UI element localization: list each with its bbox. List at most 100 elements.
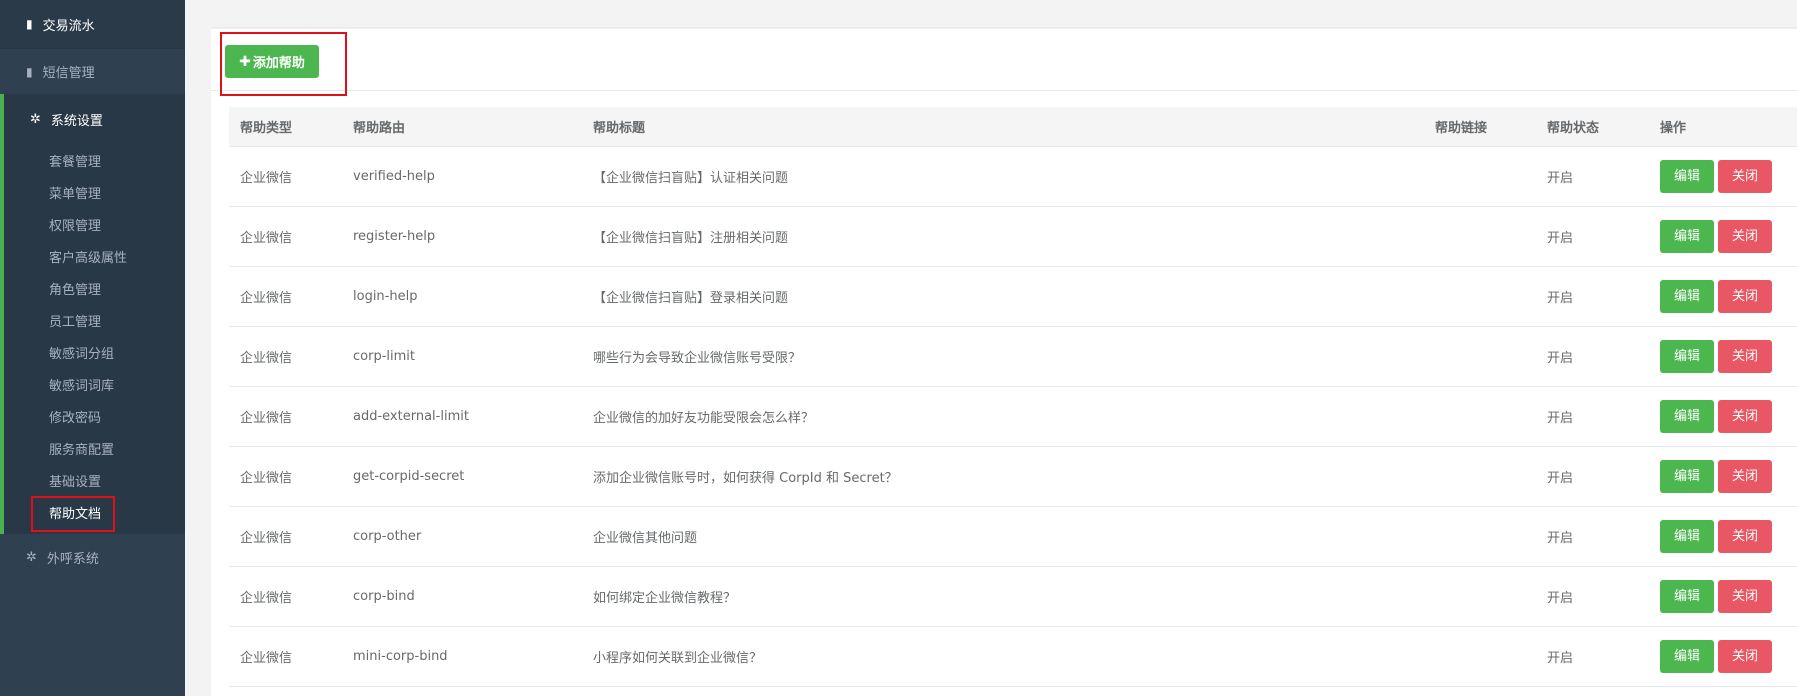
cell-route: corp-bind <box>342 566 582 627</box>
sidebar-item-callout[interactable]: ✲ 外呼系统 <box>0 534 185 580</box>
highlight-box <box>220 32 347 96</box>
sidebar-subitem-label: 套餐管理 <box>49 154 102 170</box>
cell-status: 开启 <box>1536 266 1649 327</box>
header-actions: 操作 <box>1649 107 1797 147</box>
table-row: 企业微信 corp-other 企业微信其他问题 开启 编辑 关闭 <box>229 506 1797 567</box>
cell-status: 开启 <box>1536 386 1649 447</box>
cell-title: 【企业微信扫盲贴】认证相关问题 <box>582 146 1424 207</box>
cell-status: 开启 <box>1536 146 1649 207</box>
content-panel: ✚ 添加帮助 帮助类型 帮助路由 帮助标题 帮助链接 帮助状态 操作 企业微信 v… <box>211 29 1797 696</box>
close-button[interactable]: 关闭 <box>1718 579 1772 613</box>
cell-type: 企业微信 <box>229 266 342 327</box>
cell-route: mini-corp-bind <box>342 626 582 687</box>
cell-type: 企业微信 <box>229 626 342 687</box>
sidebar-subitem[interactable]: 基础设置 <box>4 464 185 496</box>
cell-status: 开启 <box>1536 206 1649 267</box>
cell-link <box>1424 506 1536 567</box>
cell-route: corp-limit <box>342 326 582 387</box>
sidebar-subitem[interactable]: 敏感词分组 <box>4 336 185 368</box>
cell-status: 开启 <box>1536 626 1649 687</box>
edit-button[interactable]: 编辑 <box>1660 579 1714 613</box>
cell-route: corp-other <box>342 506 582 567</box>
cell-type: 企业微信 <box>229 326 342 387</box>
sidebar-item-label: 短信管理 <box>42 66 95 81</box>
cell-link <box>1424 326 1536 387</box>
sidebar-item-transactions[interactable]: ▮ 交易流水 <box>0 0 185 49</box>
highlight-box <box>31 496 115 532</box>
sidebar-subitem[interactable]: 菜单管理 <box>4 176 185 208</box>
close-button[interactable]: 关闭 <box>1718 339 1772 373</box>
sidebar-subitem-label: 基础设置 <box>49 474 102 490</box>
cell-link <box>1424 146 1536 207</box>
close-button[interactable]: 关闭 <box>1718 639 1772 673</box>
cell-actions: 编辑 关闭 <box>1649 146 1797 207</box>
close-button[interactable]: 关闭 <box>1718 279 1772 313</box>
sidebar-subitem[interactable]: 客户高级属性 <box>4 240 185 272</box>
edit-button[interactable]: 编辑 <box>1660 159 1714 193</box>
sidebar-item-label: 外呼系统 <box>46 551 99 567</box>
edit-button[interactable]: 编辑 <box>1660 519 1714 553</box>
cell-actions: 编辑 关闭 <box>1649 626 1797 687</box>
sidebar-subitem-label: 角色管理 <box>49 282 102 298</box>
sidebar-subitem[interactable]: 员工管理 <box>4 304 185 336</box>
sidebar-subitem[interactable]: 服务商配置 <box>4 432 185 464</box>
edit-button[interactable]: 编辑 <box>1660 279 1714 313</box>
cell-route: get-corpid-secret <box>342 446 582 507</box>
cell-status: 开启 <box>1536 446 1649 507</box>
sidebar-item-label: 系统设置 <box>50 113 103 129</box>
header-link: 帮助链接 <box>1424 107 1536 147</box>
edit-button[interactable]: 编辑 <box>1660 459 1714 493</box>
table-header-row: 帮助类型 帮助路由 帮助标题 帮助链接 帮助状态 操作 <box>229 107 1797 147</box>
cell-title: 【企业微信扫盲贴】登录相关问题 <box>582 266 1424 327</box>
edit-button[interactable]: 编辑 <box>1660 339 1714 373</box>
sidebar-subitem-label: 敏感词分组 <box>49 346 115 362</box>
cell-route: add-external-limit <box>342 386 582 447</box>
close-button[interactable]: 关闭 <box>1718 399 1772 433</box>
close-button[interactable]: 关闭 <box>1718 219 1772 253</box>
cell-status: 开启 <box>1536 506 1649 567</box>
top-strip <box>211 6 1797 28</box>
close-button[interactable]: 关闭 <box>1718 519 1772 553</box>
edit-button[interactable]: 编辑 <box>1660 639 1714 673</box>
cell-link <box>1424 446 1536 507</box>
table-row: 企业微信 mini-corp-bind 小程序如何关联到企业微信？ 开启 编辑 关闭 <box>229 626 1797 687</box>
gear-icon: ✲ <box>26 549 37 565</box>
cell-type: 企业微信 <box>229 386 342 447</box>
sidebar-subitem[interactable]: 权限管理 <box>4 208 185 240</box>
sidebar-item-sms[interactable]: ▮ 短信管理 <box>0 49 185 94</box>
cell-title: 【企业微信扫盲贴】注册相关问题 <box>582 206 1424 267</box>
sidebar-subitem[interactable]: 套餐管理 <box>4 144 185 176</box>
sidebar-item-settings[interactable]: ✲ 系统设置 <box>4 94 185 144</box>
sidebar-subitem-label: 敏感词词库 <box>49 378 115 394</box>
sidebar-subitem-label: 客户高级属性 <box>49 250 128 266</box>
close-button[interactable]: 关闭 <box>1718 159 1772 193</box>
sidebar-subitem-label: 权限管理 <box>49 218 102 234</box>
gear-icon: ✲ <box>30 111 41 127</box>
help-table: 帮助类型 帮助路由 帮助标题 帮助链接 帮助状态 操作 企业微信 verified… <box>229 107 1797 687</box>
sidebar-subitem-label: 修改密码 <box>49 410 102 426</box>
sidebar-subitem[interactable]: 修改密码 <box>4 400 185 432</box>
table-row: 企业微信 add-external-limit 企业微信的加好友功能受限会怎么样？ 开… <box>229 386 1797 447</box>
sidebar-subitem-label: 员工管理 <box>49 314 102 330</box>
sidebar-subitem[interactable]: 帮助文档 <box>4 496 185 532</box>
cell-link <box>1424 386 1536 447</box>
cell-title: 小程序如何关联到企业微信？ <box>582 626 1424 687</box>
cell-actions: 编辑 关闭 <box>1649 566 1797 627</box>
cell-route: login-help <box>342 266 582 327</box>
cell-title: 企业微信的加好友功能受限会怎么样？ <box>582 386 1424 447</box>
edit-button[interactable]: 编辑 <box>1660 399 1714 433</box>
cell-link <box>1424 206 1536 267</box>
edit-button[interactable]: 编辑 <box>1660 219 1714 253</box>
cell-type: 企业微信 <box>229 566 342 627</box>
sidebar-subitem[interactable]: 敏感词词库 <box>4 368 185 400</box>
header-type: 帮助类型 <box>229 107 342 147</box>
cell-title: 添加企业微信账号时，如何获得 CorpId 和 Secret？ <box>582 446 1424 507</box>
header-route: 帮助路由 <box>342 107 582 147</box>
cell-title: 企业微信其他问题 <box>582 506 1424 567</box>
table-row: 企业微信 register-help 【企业微信扫盲贴】注册相关问题 开启 编辑 关闭 <box>229 206 1797 267</box>
book-icon: ▮ <box>26 17 33 31</box>
close-button[interactable]: 关闭 <box>1718 459 1772 493</box>
sidebar-subitem-label: 菜单管理 <box>49 186 102 202</box>
cell-link <box>1424 266 1536 327</box>
sidebar-subitem[interactable]: 角色管理 <box>4 272 185 304</box>
